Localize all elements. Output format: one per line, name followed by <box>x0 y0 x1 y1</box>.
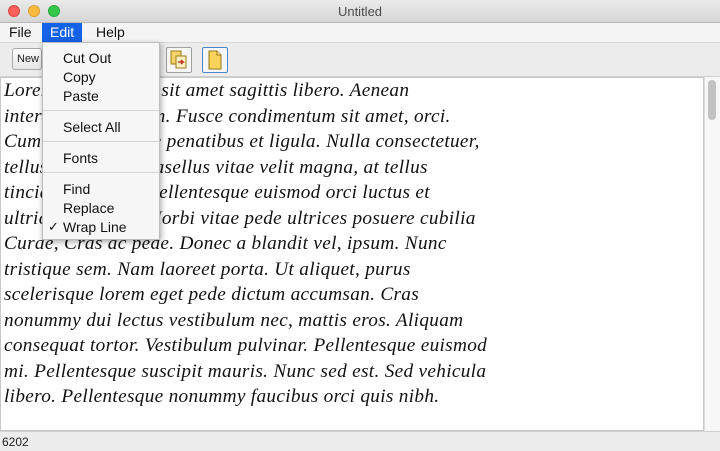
menu-item-cut[interactable]: Cut Out <box>63 49 111 67</box>
menu-bar: File Edit Help <box>0 23 720 43</box>
menu-item-find[interactable]: Find <box>63 180 90 198</box>
menu-help[interactable]: Help <box>88 23 133 42</box>
status-bar: 6202 <box>0 431 720 451</box>
menu-item-replace[interactable]: Replace <box>63 199 114 217</box>
menu-separator <box>43 110 159 111</box>
menu-item-wrap-line[interactable]: Wrap Line <box>63 218 127 236</box>
document-icon[interactable] <box>202 47 228 73</box>
paste-document-icon[interactable] <box>166 47 192 73</box>
edit-menu-dropdown: Cut Out Copy Paste Select All Fonts Find… <box>42 42 160 240</box>
window-title: Untitled <box>337 4 383 19</box>
menu-item-copy[interactable]: Copy <box>63 68 96 86</box>
menu-item-fonts[interactable]: Fonts <box>63 149 98 167</box>
menu-item-select-all[interactable]: Select All <box>63 118 121 136</box>
checkmark-icon: ✓ <box>48 219 59 234</box>
new-button[interactable]: New <box>12 48 42 70</box>
menu-edit[interactable]: Edit <box>42 23 83 42</box>
menu-separator <box>43 141 159 142</box>
scrollbar-thumb[interactable] <box>708 80 716 120</box>
menu-file[interactable]: File <box>1 23 40 42</box>
vertical-scrollbar[interactable] <box>704 77 720 431</box>
title-bar: Untitled <box>0 0 720 23</box>
menu-item-paste[interactable]: Paste <box>63 87 99 105</box>
character-count: 6202 <box>2 435 29 449</box>
menu-separator <box>43 172 159 173</box>
